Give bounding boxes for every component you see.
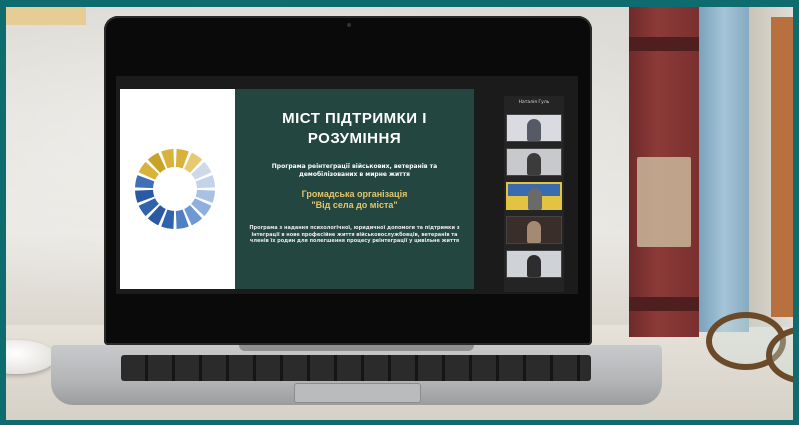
trackpad <box>294 383 421 403</box>
slide-title-line2: РОЗУМІННЯ <box>307 130 402 147</box>
participants-header: Наталія Гуль <box>518 100 550 105</box>
participant-figure <box>528 188 542 210</box>
laptop-base <box>51 345 662 405</box>
slide-title: МІСТ ПІДТРИМКИ І РОЗУМІННЯ <box>235 109 474 149</box>
webcam-icon <box>347 23 351 27</box>
orange-book <box>771 17 793 317</box>
photo: МІСТ ПІДТРИМКИ І РОЗУМІННЯ Програма реін… <box>6 7 793 420</box>
red-book <box>629 7 699 337</box>
laptop-screen: МІСТ ПІДТРИМКИ І РОЗУМІННЯ Програма реін… <box>116 76 578 294</box>
blue-book <box>699 7 749 332</box>
laptop-lid: МІСТ ПІДТРИМКИ І РОЗУМІННЯ Програма реін… <box>104 16 592 345</box>
slide-logo-area <box>120 89 235 289</box>
slide-subtitle: Програма реінтеграції військових, ветера… <box>271 163 438 178</box>
slide-title-line1: МІСТ ПІДТРИМКИ І <box>282 110 427 127</box>
organization-name: Громадська організація "Від села до міст… <box>235 189 474 211</box>
image-frame: МІСТ ПІДТРИМКИ І РОЗУМІННЯ Програма реін… <box>0 0 799 425</box>
participants-panel: Наталія Гуль <box>504 96 564 292</box>
slide-content: МІСТ ПІДТРИМКИ І РОЗУМІННЯ Програма реін… <box>235 89 474 289</box>
participant-figure <box>527 153 541 175</box>
participant-figure <box>527 221 541 243</box>
laptop-hinge <box>239 345 474 351</box>
sticky-note <box>6 7 86 25</box>
org-line1: Громадська організація <box>301 189 408 199</box>
book-band <box>629 37 699 51</box>
keyboard <box>121 355 591 381</box>
participant-figure <box>527 255 541 277</box>
participant-video[interactable] <box>506 250 562 278</box>
participant-video[interactable] <box>506 216 562 244</box>
ring-logo-icon <box>135 149 215 229</box>
participant-video[interactable] <box>506 182 562 210</box>
participant-video[interactable] <box>506 114 562 142</box>
participant-figure <box>527 119 541 141</box>
presentation-slide: МІСТ ПІДТРИМКИ І РОЗУМІННЯ Програма реін… <box>120 89 474 289</box>
book-band <box>629 297 699 311</box>
org-line2: "Від села до міста" <box>311 200 398 210</box>
participant-video[interactable] <box>506 148 562 176</box>
book-label <box>637 157 691 247</box>
slide-body: Програма з надання психологічної, юридич… <box>249 225 460 244</box>
